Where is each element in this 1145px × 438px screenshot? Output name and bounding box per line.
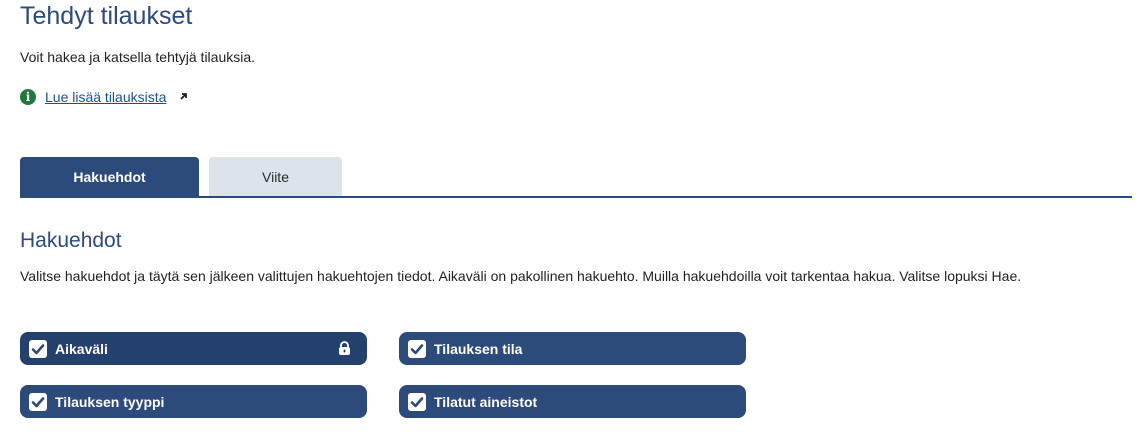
criterion-label: Tilauksen tyyppi: [55, 393, 165, 410]
criterion-label: Tilauksen tila: [434, 340, 523, 357]
page-intro: Voit hakea ja katsella tehtyjä tilauksia…: [20, 49, 256, 65]
read-more-link[interactable]: Lue lisää tilauksista: [45, 87, 166, 107]
tab-viite[interactable]: Viite: [209, 157, 342, 196]
checkbox-checked-icon: [29, 339, 47, 358]
criterion-tilatut-aineistot[interactable]: Tilatut aineistot: [399, 385, 746, 418]
info-link-row: i Lue lisää tilauksista: [20, 87, 188, 107]
criterion-aikavali[interactable]: Aikaväli: [20, 332, 367, 365]
info-icon: i: [20, 89, 36, 105]
lock-icon: [337, 341, 352, 356]
search-tabs: Hakuehdot Viite: [20, 157, 1132, 198]
section-description: Valitse hakuehdot ja täytä sen jälkeen v…: [20, 268, 1022, 284]
criterion-label: Aikaväli: [55, 340, 108, 357]
read-more-link-label: Lue lisää tilauksista: [45, 89, 167, 105]
checkbox-checked-icon: [408, 339, 426, 358]
section-title: Hakuehdot: [20, 229, 122, 252]
checkbox-checked-icon: [408, 392, 426, 411]
checkbox-checked-icon: [29, 392, 47, 411]
criterion-tilauksen-tyyppi[interactable]: Tilauksen tyyppi: [20, 385, 367, 418]
page-title: Tehdyt tilaukset: [20, 2, 193, 30]
criterion-label: Tilatut aineistot: [434, 393, 538, 410]
criterion-tilauksen-tila[interactable]: Tilauksen tila: [399, 332, 746, 365]
tab-hakuehdot-label: Hakuehdot: [73, 168, 146, 185]
tab-hakuehdot[interactable]: Hakuehdot: [20, 157, 199, 196]
external-link-icon: [179, 87, 188, 107]
tab-viite-label: Viite: [262, 168, 289, 185]
